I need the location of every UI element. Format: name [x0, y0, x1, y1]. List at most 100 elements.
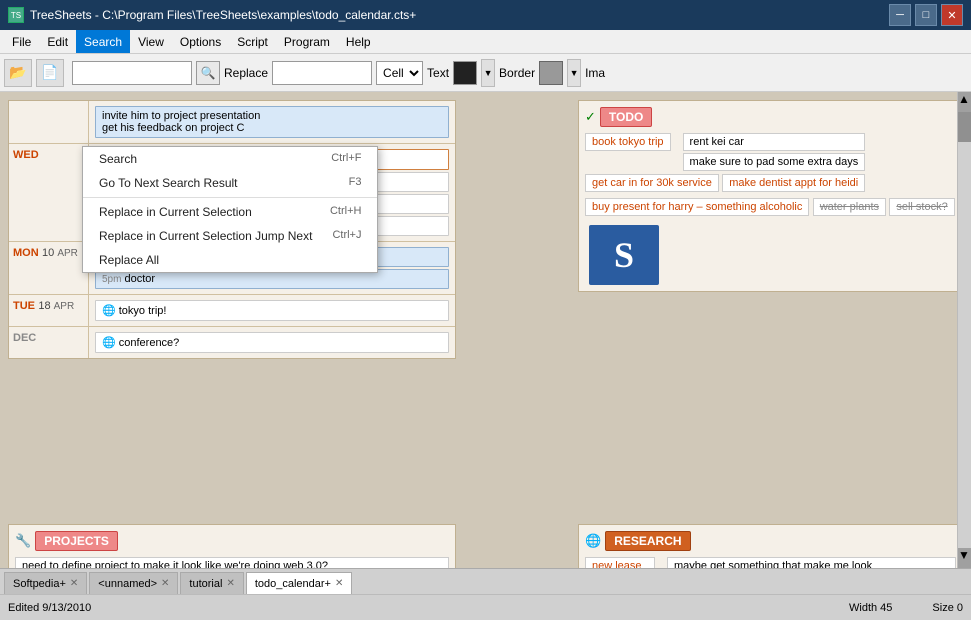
tab-todo-calendar[interactable]: todo_calendar+ ✕	[246, 572, 353, 594]
calendar-row-1: invite him to project presentationget hi…	[9, 101, 455, 144]
task-book-tokyo[interactable]: book tokyo trip	[585, 133, 671, 151]
tab-label-unnamed: <unnamed>	[98, 578, 157, 590]
text-color-box[interactable]	[453, 61, 477, 85]
menu-edit[interactable]: Edit	[39, 30, 76, 53]
search-dropdown-menu: Search Ctrl+F Go To Next Search Result F…	[82, 146, 378, 273]
calendar-row-tue: TUE 18 APR 🌐 tokyo trip!	[9, 295, 455, 327]
cal-content-dec: 🌐 conference?	[89, 327, 455, 358]
todo-section: ✓ TODO book tokyo trip rent kei car make…	[578, 100, 963, 292]
border-color-box[interactable]	[539, 61, 563, 85]
text-color-dropdown[interactable]: ▼	[481, 59, 495, 87]
menu-script[interactable]: Script	[229, 30, 276, 53]
month-label-tue: APR	[54, 301, 75, 312]
new-button[interactable]: 📄	[36, 59, 64, 87]
task-rent-car[interactable]: rent kei car	[683, 133, 866, 151]
open-button[interactable]: 📂	[4, 59, 32, 87]
task-water-plants[interactable]: water plants	[813, 198, 886, 216]
toolbar: 📂 📄 🔍 Replace Cell Text ▼ Border ▼ Ima	[0, 54, 971, 92]
image-label: Ima	[585, 66, 605, 80]
menu-options[interactable]: Options	[172, 30, 229, 53]
research-title: RESEARCH	[605, 531, 690, 551]
border-color-dropdown[interactable]: ▼	[567, 59, 581, 87]
menu-item-replace-jump[interactable]: Replace in Current Selection Jump Next C…	[83, 224, 377, 248]
day-cell-wed: WED	[9, 144, 89, 241]
border-label: Border	[499, 66, 535, 80]
minimize-button[interactable]: ─	[889, 4, 911, 26]
scrollbar-up[interactable]: ▲	[958, 92, 971, 112]
menu-program[interactable]: Program	[276, 30, 338, 53]
menu-help[interactable]: Help	[338, 30, 379, 53]
status-width: Width 45	[849, 602, 892, 614]
wrench-icon: 🔧	[15, 533, 31, 549]
task-car-service[interactable]: get car in for 30k service	[585, 174, 719, 192]
task-environmentally[interactable]: maybe get something that make me look en…	[667, 557, 956, 568]
todo-check-icon: ✓	[585, 109, 596, 125]
day-label-mon: MON	[13, 247, 39, 259]
date-num-mon: 10	[42, 247, 57, 259]
search-input[interactable]	[72, 61, 192, 85]
day-cell-dec: DEC	[9, 327, 89, 358]
calendar-row-dec: DEC 🌐 conference?	[9, 327, 455, 358]
task-dentist[interactable]: make dentist appt for heidi	[722, 174, 865, 192]
tab-label-softpedia: Softpedia+	[13, 578, 66, 590]
menu-item-next-result[interactable]: Go To Next Search Result F3	[83, 171, 377, 195]
month-label-mon: APR	[57, 248, 78, 259]
main-workspace: invite him to project presentationget hi…	[0, 92, 971, 568]
task-invite[interactable]: invite him to project presentationget hi…	[95, 106, 449, 138]
tab-close-todo[interactable]: ✕	[335, 578, 343, 589]
menu-bar: File Edit Search View Options Script Pro…	[0, 30, 971, 54]
close-button[interactable]: ✕	[941, 4, 963, 26]
task-define-project[interactable]: need to define project to make it look l…	[15, 557, 449, 568]
workspace-canvas[interactable]: invite him to project presentationget hi…	[0, 92, 971, 568]
tab-close-softpedia[interactable]: ✕	[70, 578, 78, 589]
day-label-wed: WED	[13, 149, 39, 161]
scrollbar-thumb[interactable]	[958, 112, 971, 142]
menu-item-replace-selection[interactable]: Replace in Current Selection Ctrl+H	[83, 200, 377, 224]
menu-item-search[interactable]: Search Ctrl+F	[83, 147, 377, 171]
status-size: Size 0	[932, 602, 963, 614]
tab-close-unnamed[interactable]: ✕	[161, 578, 169, 589]
date-num-tue: 18	[38, 300, 53, 312]
s-logo-container: S	[589, 225, 956, 285]
tab-unnamed[interactable]: <unnamed> ✕	[89, 572, 178, 594]
scrollbar-down[interactable]: ▼	[958, 548, 971, 568]
title-bar: TS TreeSheets - C:\Program Files\TreeShe…	[0, 0, 971, 30]
day-label-tue: TUE	[13, 300, 35, 312]
s-logo: S	[589, 225, 659, 285]
replace-label: Replace	[224, 66, 268, 80]
app-icon: TS	[8, 7, 24, 23]
task-sell-stock[interactable]: sell stock?	[889, 198, 954, 216]
menu-file[interactable]: File	[4, 30, 39, 53]
task-harry-present[interactable]: buy present for harry – something alcoho…	[585, 198, 809, 216]
task-conference[interactable]: 🌐 conference?	[95, 332, 449, 353]
menu-item-replace-all[interactable]: Replace All	[83, 248, 377, 272]
todo-title: TODO	[600, 107, 652, 127]
globe-icon: 🌐	[585, 533, 601, 549]
tab-tutorial[interactable]: tutorial ✕	[180, 572, 243, 594]
menu-search[interactable]: Search	[76, 30, 130, 53]
cal-content-1: invite him to project presentationget hi…	[89, 101, 455, 143]
tab-bar: Softpedia+ ✕ <unnamed> ✕ tutorial ✕ todo…	[0, 568, 971, 594]
status-bar: Edited 9/13/2010 Width 45 Size 0	[0, 594, 971, 620]
tab-label-todo: todo_calendar+	[255, 578, 331, 590]
projects-title: PROJECTS	[35, 531, 118, 551]
task-new-lease-car[interactable]: new lease car	[585, 557, 655, 568]
task-tokyo[interactable]: 🌐 tokyo trip!	[95, 300, 449, 321]
search-button[interactable]: 🔍	[196, 61, 220, 85]
tab-softpedia[interactable]: Softpedia+ ✕	[4, 572, 87, 594]
maximize-button[interactable]: □	[915, 4, 937, 26]
projects-section: 🔧 PROJECTS need to define project to mak…	[8, 524, 456, 568]
research-section: 🌐 RESEARCH new lease car maybe get somet…	[578, 524, 963, 568]
scrollbar-vertical[interactable]: ▲ ▼	[957, 92, 971, 568]
status-edit-date: Edited 9/13/2010	[8, 602, 91, 614]
cell-select[interactable]: Cell	[376, 61, 423, 85]
tab-label-tutorial: tutorial	[189, 578, 222, 590]
day-cell-tue: TUE 18 APR	[9, 295, 89, 326]
task-pad-days[interactable]: make sure to pad some extra days	[683, 153, 866, 171]
menu-view[interactable]: View	[130, 30, 172, 53]
tab-close-tutorial[interactable]: ✕	[226, 578, 234, 589]
text-label: Text	[427, 66, 449, 80]
day-label-dec: DEC	[13, 332, 36, 344]
replace-input[interactable]	[272, 61, 372, 85]
window-title: TreeSheets - C:\Program Files\TreeSheets…	[30, 8, 416, 22]
